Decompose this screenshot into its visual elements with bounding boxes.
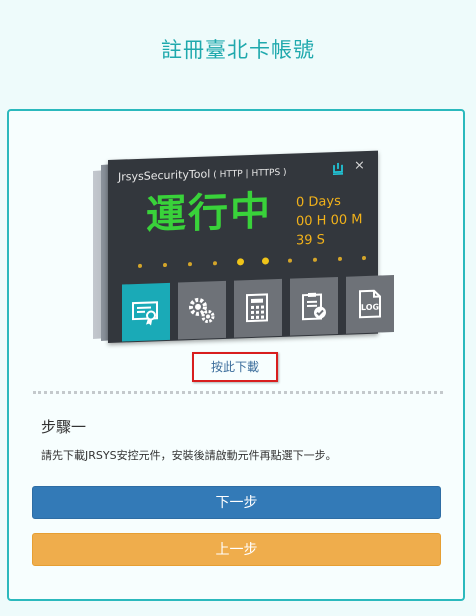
progress-dot (163, 262, 167, 268)
tile-certificate (122, 282, 170, 342)
divider (33, 391, 443, 394)
progress-dot (262, 257, 269, 265)
registration-card: JrsysSecurityTool( HTTP | HTTPS ) × 運行中 … (7, 109, 465, 601)
next-step-button[interactable]: 下一步 (32, 486, 441, 519)
page-title: 註冊臺北卡帳號 (161, 38, 315, 62)
tile-log: LOG (346, 275, 394, 334)
protocols: ( HTTP | HTTPS ) (213, 167, 287, 181)
tile-settings (178, 280, 226, 340)
tool-window-title: JrsysSecurityTool( HTTP | HTTPS ) (118, 165, 287, 184)
progress-dot (288, 258, 292, 263)
step-title: 步驟一 (41, 418, 87, 436)
close-icon: × (354, 158, 365, 174)
running-status: 運行中 (146, 188, 272, 239)
uptime-time: 00 H 00 M 39 S (296, 212, 363, 249)
certificate-icon (132, 301, 158, 326)
tile-clipboard (290, 276, 338, 336)
download-link[interactable]: 按此下載 (192, 352, 278, 382)
gears-icon (189, 297, 215, 324)
calculator-icon (246, 293, 268, 323)
progress-dots (138, 254, 366, 270)
progress-dot (188, 262, 192, 267)
security-tool-illustration: JrsysSecurityTool( HTTP | HTTPS ) × 運行中 … (93, 150, 394, 351)
app-name: JrsysSecurityTool (118, 167, 211, 184)
log-label: LOG (361, 303, 379, 313)
log-file-icon: LOG (359, 289, 381, 319)
pin-icon (333, 162, 343, 175)
tool-window: JrsysSecurityTool( HTTP | HTTPS ) × 運行中 … (108, 150, 394, 343)
tile-calculator (234, 278, 282, 338)
step-description: 請先下載JRSYS安控元件，安裝後請啟動元件再點選下一步。 (41, 449, 337, 462)
clipboard-check-icon (302, 292, 326, 321)
progress-dot (213, 261, 217, 266)
progress-dot (237, 258, 244, 266)
previous-step-button[interactable]: 上一步 (32, 533, 441, 566)
progress-dot (362, 255, 366, 261)
progress-dot (313, 257, 317, 262)
uptime: 0 Days 00 H 00 M 39 S (296, 191, 378, 251)
progress-dot (338, 256, 342, 261)
progress-dot (138, 263, 142, 268)
